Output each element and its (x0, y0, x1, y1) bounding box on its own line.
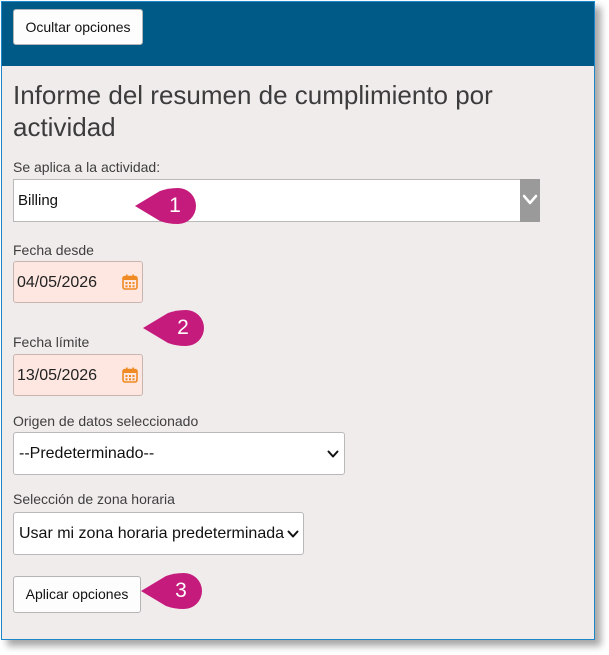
apply-options-button[interactable]: Aplicar opciones (13, 576, 141, 613)
date-to-label: Fecha límite (13, 334, 90, 350)
callout-marker: 1 (134, 186, 202, 226)
calendar-icon[interactable] (122, 274, 138, 290)
calendar-icon[interactable] (122, 367, 138, 383)
data-source-select[interactable]: --Predeterminado-- (13, 432, 345, 475)
callout-number: 3 (175, 579, 187, 602)
callout-number: 2 (177, 316, 189, 339)
activity-select-value: Billing (18, 192, 59, 209)
activity-select[interactable]: Billing (13, 179, 540, 222)
activity-dropdown-toggle[interactable] (520, 179, 540, 222)
callout-marker: 3 (140, 571, 208, 611)
date-from-field[interactable]: 04/05/2026 (13, 261, 143, 303)
chevron-down-icon (327, 450, 339, 458)
timezone-label: Selección de zona horaria (13, 491, 175, 507)
hide-options-button[interactable]: Ocultar opciones (13, 9, 143, 45)
page-title: Informe del resumen de cumplimiento por … (13, 80, 493, 142)
date-to-field[interactable]: 13/05/2026 (13, 354, 143, 396)
data-source-value: --Predeterminado-- (19, 445, 155, 462)
timezone-select[interactable]: Usar mi zona horaria predeterminada (13, 512, 304, 555)
chevron-down-icon (522, 194, 538, 205)
timezone-value: Usar mi zona horaria predeterminada (19, 525, 285, 542)
date-to-value: 13/05/2026 (17, 367, 98, 384)
report-options-panel: Ocultar opciones Informe del resumen de … (1, 1, 595, 640)
activity-label: Se aplica a la actividad: (13, 159, 161, 175)
callout-number: 1 (169, 194, 181, 217)
data-source-label: Origen de datos seleccionado (13, 413, 199, 429)
callout-marker: 2 (142, 308, 210, 348)
date-from-value: 04/05/2026 (17, 274, 98, 291)
date-from-label: Fecha desde (13, 242, 94, 258)
chevron-down-icon (287, 530, 299, 538)
